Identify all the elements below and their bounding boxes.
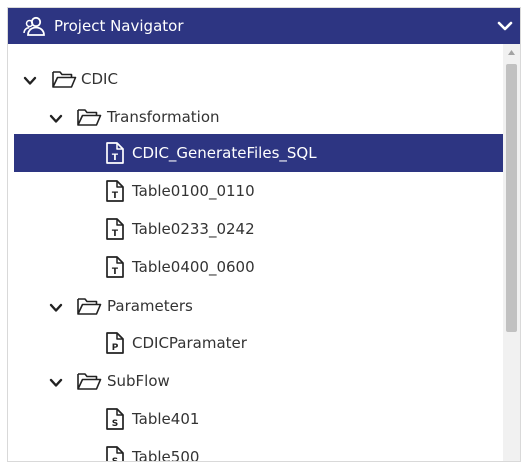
tree-item-table0233-0242[interactable]: T Table0233_0242: [8, 210, 504, 248]
tree-node-label: Parameters: [107, 297, 193, 315]
svg-text:S: S: [112, 419, 118, 429]
tree-item-label: Table500: [132, 448, 200, 462]
subflow-file-icon: S: [106, 408, 124, 430]
tree-node-label: SubFlow: [107, 372, 170, 390]
tree-item-label: Table0400_0600: [132, 258, 255, 276]
chevron-down-icon[interactable]: [48, 300, 64, 316]
svg-text:P: P: [112, 343, 119, 353]
vertical-scrollbar[interactable]: [503, 44, 520, 461]
scrollbar-thumb[interactable]: [506, 64, 517, 332]
tree-item-table0400-0600[interactable]: T Table0400_0600: [8, 248, 504, 286]
transformation-file-icon: T: [106, 256, 124, 278]
users-icon: [23, 16, 45, 36]
tree-item-cdicparamater[interactable]: P CDICParamater: [8, 324, 504, 362]
tree-node-label: CDIC: [81, 70, 118, 88]
tree-item-table500[interactable]: S Table500: [8, 438, 504, 462]
chevron-down-icon[interactable]: [22, 73, 38, 89]
scroll-up-arrow-icon[interactable]: [503, 44, 520, 61]
tree-node-transformation[interactable]: Transformation: [8, 98, 504, 136]
tree-item-table401[interactable]: S Table401: [8, 400, 504, 438]
tree-item-label: Table401: [132, 410, 200, 428]
svg-text:T: T: [112, 153, 119, 163]
chevron-down-icon[interactable]: [48, 111, 64, 127]
folder-open-icon: [52, 71, 77, 88]
tree-item-label: CDICParamater: [132, 334, 247, 352]
panel-header[interactable]: Project Navigator: [8, 8, 520, 44]
panel-title: Project Navigator: [54, 17, 184, 35]
svg-text:S: S: [112, 457, 118, 462]
project-navigator-panel: Project Navigator CDIC Transformation T …: [7, 7, 521, 462]
subflow-file-icon: S: [106, 446, 124, 462]
tree-item-cdic-generatefiles-sql[interactable]: T CDIC_GenerateFiles_SQL: [8, 134, 504, 172]
transformation-file-icon: T: [106, 180, 124, 202]
tree-node-subflow[interactable]: SubFlow: [8, 362, 504, 400]
tree-node-label: Transformation: [107, 108, 220, 126]
transformation-file-icon: T: [106, 142, 124, 164]
tree-item-table0100-0110[interactable]: T Table0100_0110: [8, 172, 504, 210]
svg-text:T: T: [112, 229, 119, 239]
tree-item-label: Table0233_0242: [132, 220, 255, 238]
folder-open-icon: [77, 298, 102, 315]
tree-item-label: CDIC_GenerateFiles_SQL: [132, 144, 317, 162]
tree-node-parameters[interactable]: Parameters: [8, 287, 504, 325]
folder-open-icon: [77, 109, 102, 126]
tree-item-label: Table0100_0110: [132, 182, 255, 200]
chevron-down-icon[interactable]: [496, 17, 514, 35]
parameter-file-icon: P: [106, 332, 124, 354]
chevron-down-icon[interactable]: [48, 375, 64, 391]
project-tree: CDIC Transformation T CDIC_GenerateFiles…: [8, 44, 504, 462]
tree-node-cdic[interactable]: CDIC: [8, 60, 504, 98]
svg-text:T: T: [112, 267, 119, 277]
svg-text:T: T: [112, 191, 119, 201]
folder-open-icon: [77, 373, 102, 390]
transformation-file-icon: T: [106, 218, 124, 240]
